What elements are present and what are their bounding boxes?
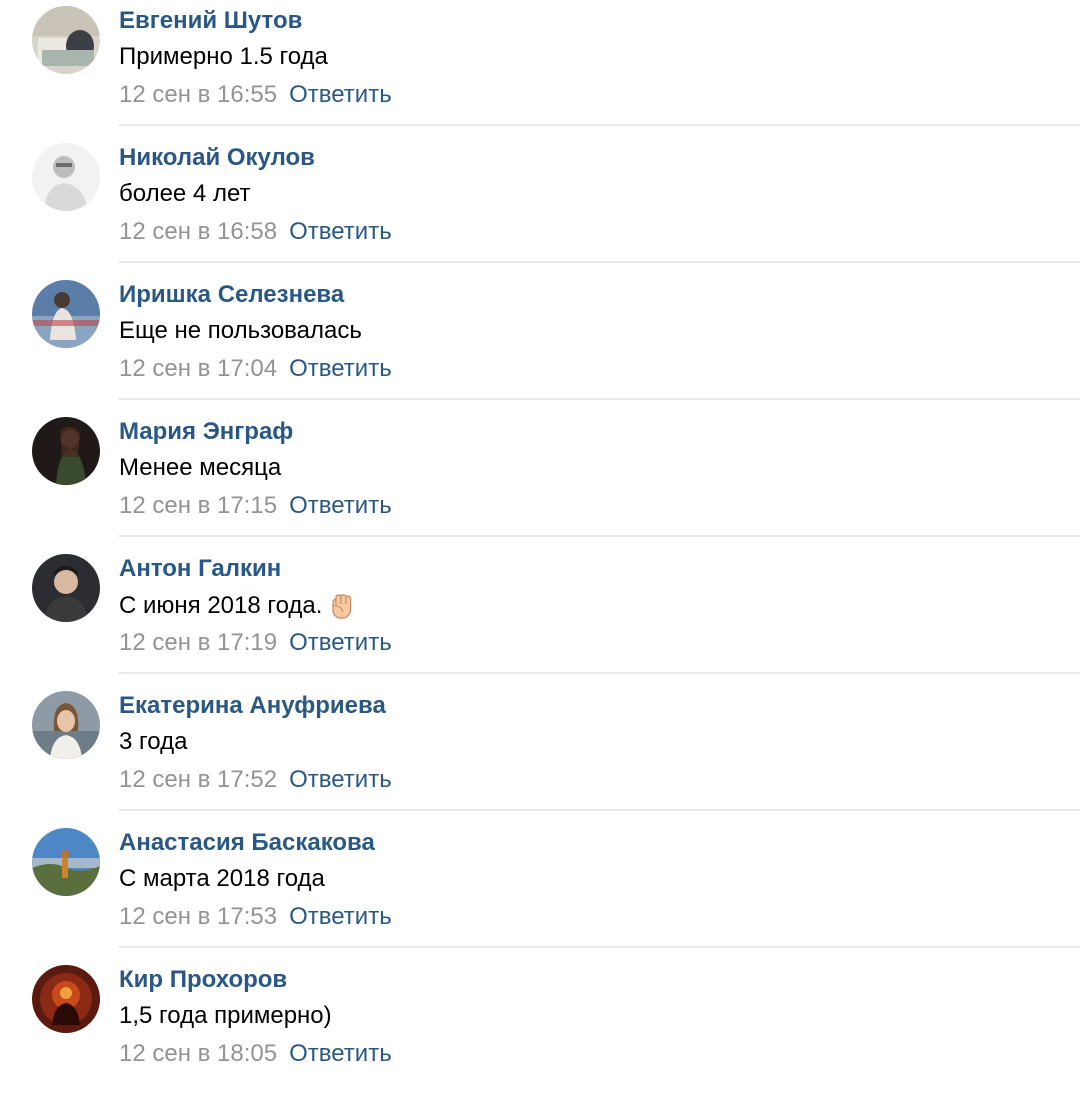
avatar[interactable] [32,280,100,348]
divider [119,124,1080,126]
comment-date[interactable]: 12 сен в 16:58 [119,218,277,245]
reply-link[interactable]: Ответить [289,903,392,930]
reply-link[interactable]: Ответить [289,355,392,382]
comment-text-content: Менее месяца [119,454,282,481]
comment-meta: 12 сен в 17:52 Ответить [119,765,392,795]
avatar-image [32,280,100,348]
comment-text: С марта 2018 года [119,864,325,894]
comment-date[interactable]: 12 сен в 16:55 [119,81,277,108]
comment-item: Екатерина Ануфриева 3 года 12 сен в 17:5… [0,685,1080,822]
avatar-image [32,828,100,896]
raised-fist-emoji-icon [332,594,352,619]
comment-meta: 12 сен в 17:15 Ответить [119,491,392,521]
comment-author[interactable]: Екатерина Ануфриева [119,691,386,721]
comment-text: 3 года [119,727,187,757]
divider [119,535,1080,537]
comment-text-content: 3 года [119,728,188,755]
comment-text-content: более 4 лет [119,180,251,207]
comment-item: Евгений Шутов Примерно 1.5 года 12 сен в… [0,0,1080,137]
comment-text-content: С марта 2018 года [119,865,325,892]
comment-author[interactable]: Мария Энграф [119,417,293,447]
avatar[interactable] [32,965,100,1033]
avatar-image [32,965,100,1033]
comment-text: Еще не пользовалась [119,316,362,346]
comment-date[interactable]: 12 сен в 17:53 [119,903,277,930]
comment-text: 1,5 года примерно) [119,1001,332,1031]
comment-date[interactable]: 12 сен в 17:19 [119,629,277,656]
avatar-image [32,691,100,759]
comment-item: Кир Прохоров 1,5 года примерно) 12 сен в… [0,959,1080,1096]
comment-author[interactable]: Анастасия Баскакова [119,828,375,858]
avatar[interactable] [32,828,100,896]
comment-text-content: С июня 2018 года. [119,592,323,619]
avatar[interactable] [32,417,100,485]
comment-text: С июня 2018 года. [119,590,358,622]
comments-list: Евгений Шутов Примерно 1.5 года 12 сен в… [0,0,1080,1080]
avatar[interactable] [32,691,100,759]
comment-meta: 12 сен в 17:04 Ответить [119,354,392,384]
comment-meta: 12 сен в 18:05 Ответить [119,1039,392,1069]
avatar-image [32,6,100,74]
comment-text: Примерно 1.5 года [119,42,328,72]
reply-link[interactable]: Ответить [289,492,392,519]
divider [119,398,1080,400]
avatar[interactable] [32,143,100,211]
divider [119,809,1080,811]
comment-meta: 12 сен в 16:58 Ответить [119,217,392,247]
reply-link[interactable]: Ответить [289,766,392,793]
comment-date[interactable]: 12 сен в 17:15 [119,492,277,519]
reply-link[interactable]: Ответить [289,1040,392,1067]
comment-meta: 12 сен в 16:55 Ответить [119,80,392,110]
comment-date[interactable]: 12 сен в 18:05 [119,1040,277,1067]
avatar-image [32,143,100,211]
comment-author[interactable]: Кир Прохоров [119,965,287,995]
comment-item: Мария Энграф Менее месяца 12 сен в 17:15… [0,411,1080,548]
comment-author[interactable]: Антон Галкин [119,554,281,584]
comment-item: Антон Галкин С июня 2018 года. 12 сен в … [0,548,1080,685]
reply-link[interactable]: Ответить [289,629,392,656]
reply-link[interactable]: Ответить [289,218,392,245]
comment-date[interactable]: 12 сен в 17:04 [119,355,277,382]
comment-text: Менее месяца [119,453,281,483]
comment-text-content: Еще не пользовалась [119,317,362,344]
comment-author[interactable]: Евгений Шутов [119,6,302,36]
divider [119,261,1080,263]
comment-meta: 12 сен в 17:19 Ответить [119,628,392,658]
comment-meta: 12 сен в 17:53 Ответить [119,902,392,932]
divider [119,672,1080,674]
comment-text: более 4 лет [119,179,251,209]
comment-author[interactable]: Иришка Селезнева [119,280,344,310]
avatar[interactable] [32,554,100,622]
reply-link[interactable]: Ответить [289,81,392,108]
avatar[interactable] [32,6,100,74]
divider [119,946,1080,948]
comment-author[interactable]: Николай Окулов [119,143,315,173]
avatar-image [32,554,100,622]
comment-item: Николай Окулов более 4 лет 12 сен в 16:5… [0,137,1080,274]
comment-text-content: 1,5 года примерно) [119,1002,332,1029]
comment-date[interactable]: 12 сен в 17:52 [119,766,277,793]
comment-item: Иришка Селезнева Еще не пользовалась 12 … [0,274,1080,411]
avatar-image [32,417,100,485]
comment-item: Анастасия Баскакова С марта 2018 года 12… [0,822,1080,959]
comment-text-content: Примерно 1.5 года [119,43,328,70]
